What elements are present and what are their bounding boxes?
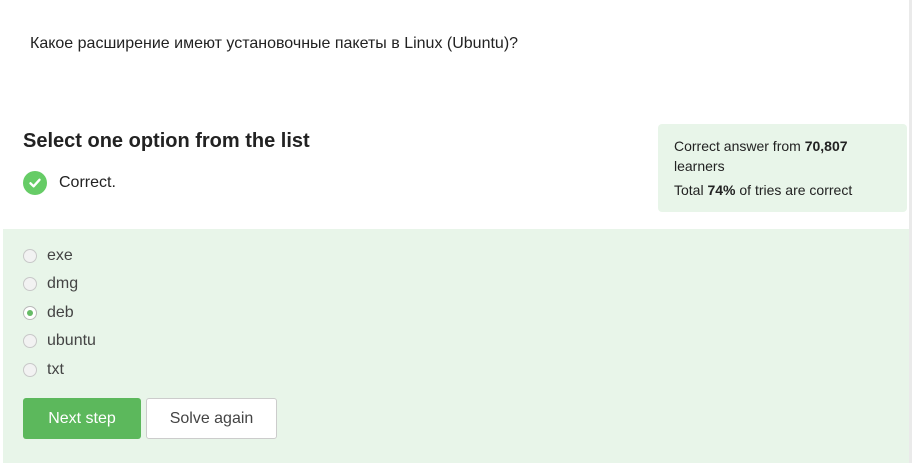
status-text: Correct. (59, 174, 116, 191)
stats-learners-prefix: Correct answer from (674, 138, 805, 154)
radio-button[interactable] (23, 334, 37, 348)
option-deb[interactable]: deb (23, 303, 74, 323)
radio-button[interactable] (23, 277, 37, 291)
stats-learners: Correct answer from 70,807 learners (674, 136, 895, 176)
answer-status: Correct. (23, 171, 116, 195)
option-dmg[interactable]: dmg (23, 274, 78, 294)
radio-button[interactable] (23, 363, 37, 377)
radio-button-selected[interactable] (23, 306, 37, 320)
option-label: exe (47, 247, 73, 264)
stats-learners-suffix: learners (674, 158, 725, 174)
question-text: Какое расширение имеют установочные паке… (30, 35, 519, 52)
option-ubuntu[interactable]: ubuntu (23, 331, 96, 351)
option-label: dmg (47, 275, 79, 292)
step-page: Какое расширение имеют установочные паке… (0, 0, 912, 463)
option-label: txt (47, 361, 64, 378)
option-exe[interactable]: exe (23, 246, 73, 266)
radio-button[interactable] (23, 249, 37, 263)
options-panel: exe dmg deb ubuntu txt Next step Solve a… (3, 229, 909, 463)
percent-correct: 74% (707, 182, 736, 198)
stats-box: Correct answer from 70,807 learners Total… (658, 124, 907, 212)
next-step-button[interactable]: Next step (23, 398, 141, 439)
learners-count: 70,807 (804, 138, 848, 154)
option-txt[interactable]: txt (23, 360, 64, 380)
radio-dot (27, 310, 33, 316)
check-circle-icon (23, 171, 47, 195)
solve-again-button[interactable]: Solve again (146, 398, 277, 439)
stats-percent-prefix: Total (674, 182, 708, 198)
stats-percent: Total 74% of tries are correct (674, 180, 895, 200)
option-label: ubuntu (47, 332, 96, 349)
instructions-title: Select one option from the list (23, 130, 310, 152)
stats-percent-suffix: of tries are correct (735, 182, 853, 198)
option-label: deb (47, 304, 74, 321)
